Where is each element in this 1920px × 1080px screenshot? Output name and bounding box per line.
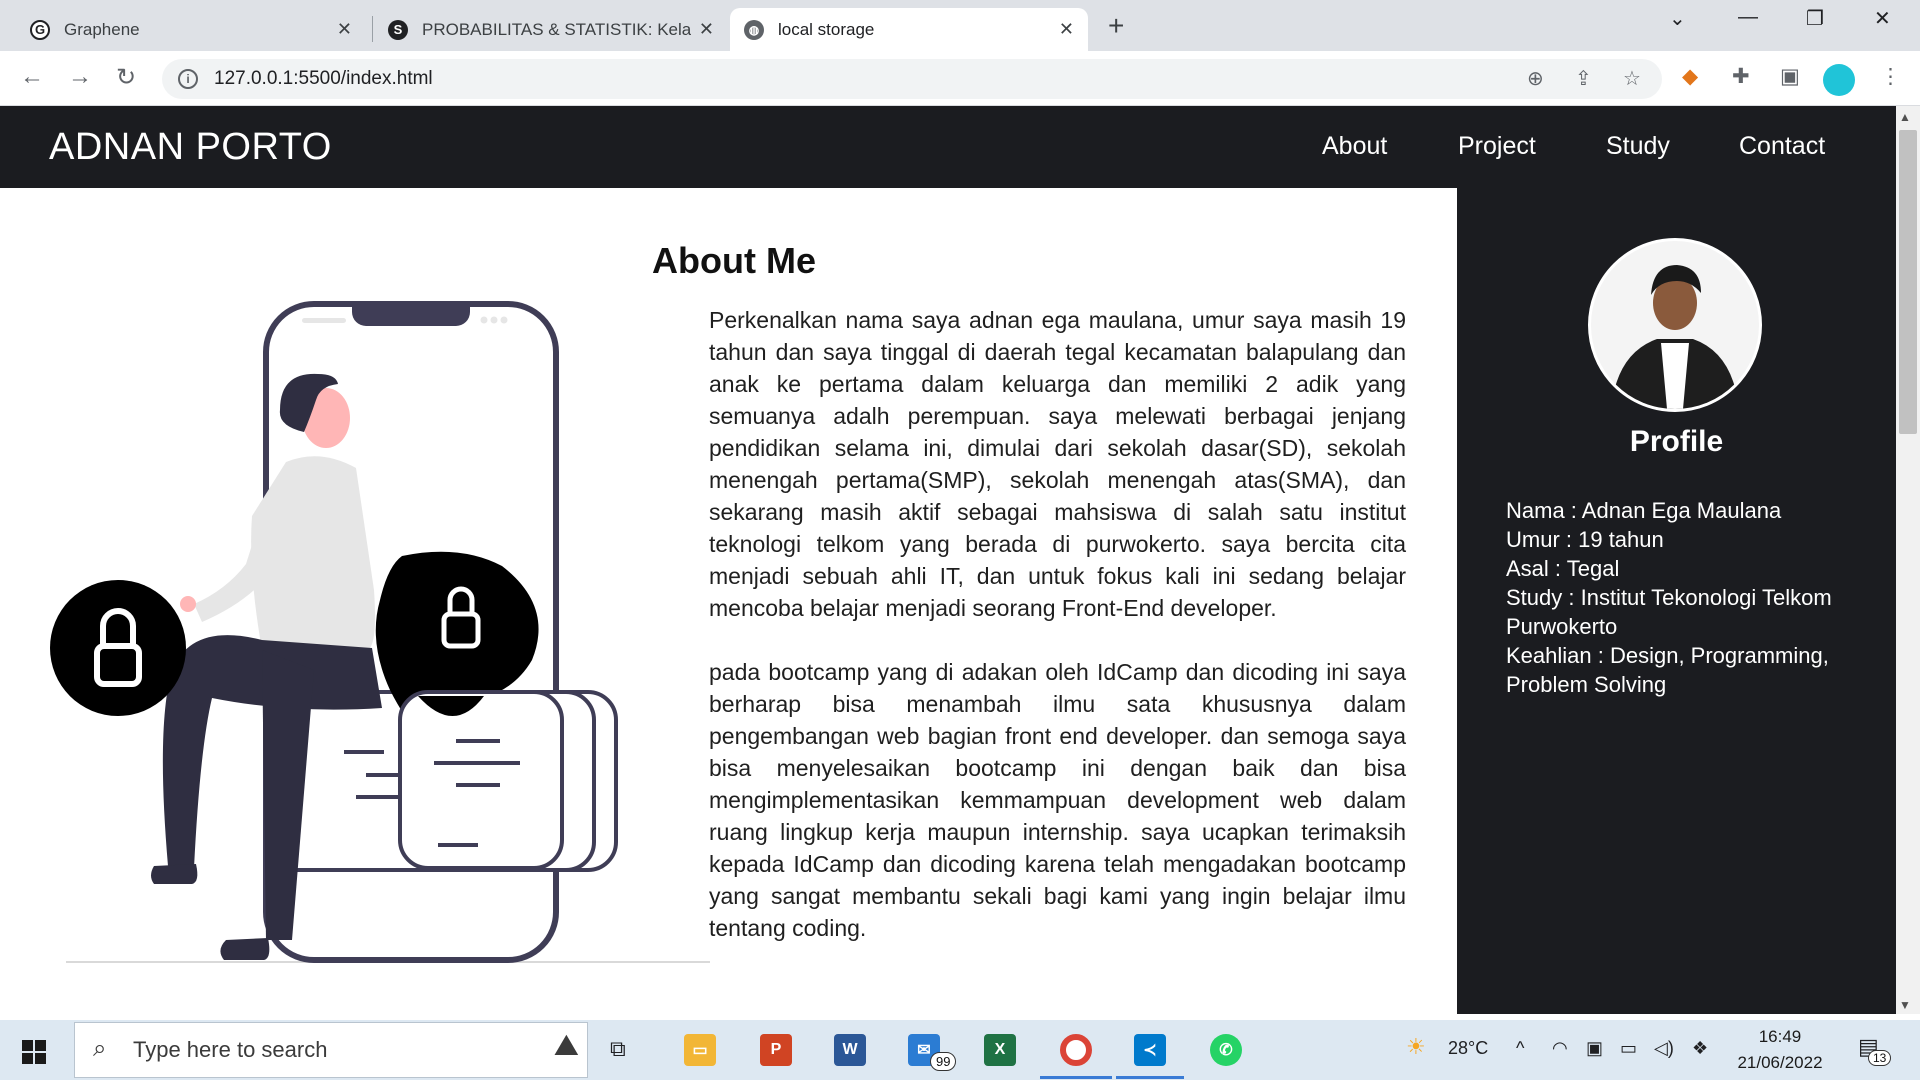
mail-badge: 99 <box>930 1052 957 1071</box>
word-icon[interactable]: W <box>834 1034 866 1066</box>
profile-photo <box>1588 238 1762 412</box>
nav-about[interactable]: About <box>1322 132 1387 161</box>
tab-search-chevron-icon[interactable]: ⌄ <box>1669 6 1686 31</box>
reload-icon[interactable]: ↻ <box>116 63 136 92</box>
whatsapp-icon[interactable]: ✆ <box>1210 1034 1242 1066</box>
profile-avatar[interactable] <box>1823 64 1855 96</box>
volume-icon[interactable]: ◁) <box>1654 1038 1674 1059</box>
browser-tab-strip: G Graphene ✕ S PROBABILITAS & STATISTIK:… <box>0 0 1920 51</box>
profile-info-list: Nama : Adnan Ega Maulana Umur : 19 tahun… <box>1506 496 1846 699</box>
windows-taskbar: ⌕ Type here to search ⛰ ⧉ ▭ P W ✉ 99 X ≺… <box>0 1020 1920 1080</box>
side-panel-icon[interactable]: ▣ <box>1780 64 1800 89</box>
close-icon[interactable]: ✕ <box>699 19 714 40</box>
url-text[interactable]: 127.0.0.1:5500/index.html <box>214 68 433 90</box>
network-icon[interactable]: ◠ <box>1552 1038 1568 1059</box>
clock-date: 21/06/2022 <box>1737 1053 1823 1072</box>
chrome-icon[interactable] <box>1060 1034 1092 1066</box>
tab-divider <box>372 16 373 42</box>
nav-contact[interactable]: Contact <box>1739 132 1825 161</box>
address-bar[interactable]: i 127.0.0.1:5500/index.html <box>162 59 1662 99</box>
about-paragraph-2: pada bootcamp yang di adakan oleh IdCamp… <box>709 659 1406 941</box>
menu-kebab-icon[interactable]: ⋮ <box>1880 64 1901 89</box>
profile-age: Umur : 19 tahun <box>1506 527 1664 552</box>
task-view-icon[interactable]: ⧉ <box>610 1036 626 1062</box>
profile-sidebar: Profile Nama : Adnan Ega Maulana Umur : … <box>1457 188 1896 1014</box>
window-close-icon[interactable]: ✕ <box>1874 6 1891 31</box>
back-arrow-icon[interactable]: ← <box>20 63 44 91</box>
graphene-favicon-icon: G <box>30 19 50 40</box>
taskbar-search-box[interactable]: ⌕ Type here to search ⛰ <box>74 1022 588 1078</box>
profile-title: Profile <box>1629 425 1724 458</box>
scrollbar-thumb[interactable] <box>1899 130 1917 434</box>
chrome-active-indicator <box>1040 1076 1112 1079</box>
restore-icon[interactable]: ❐ <box>1806 6 1824 31</box>
tab-title: PROBABILITAS & STATISTIK: Kela <box>422 19 691 39</box>
person-silhouette-icon <box>1591 241 1759 409</box>
about-paragraph-1: Perkenalkan nama saya adnan ega maulana,… <box>709 307 1406 621</box>
nav-project[interactable]: Project <box>1458 132 1536 161</box>
tray-chevron-up-icon[interactable]: ^ <box>1516 1038 1524 1059</box>
search-placeholder: Type here to search <box>133 1037 328 1062</box>
bookmark-star-icon[interactable]: ☆ <box>1623 66 1641 91</box>
profile-skills: Keahlian : Design, Programming, Problem … <box>1506 643 1829 697</box>
share-icon[interactable]: ⇪ <box>1575 66 1592 91</box>
globe-icon: ◍ <box>744 19 764 40</box>
dropbox-icon[interactable]: ❖ <box>1692 1038 1708 1059</box>
about-title: About Me <box>652 240 816 281</box>
scroll-up-arrow-icon[interactable]: ▲ <box>1899 110 1911 124</box>
excel-icon[interactable]: X <box>984 1034 1016 1066</box>
scroll-down-arrow-icon[interactable]: ▼ <box>1899 998 1911 1012</box>
tab-title: Graphene <box>64 19 140 39</box>
taskbar-clock[interactable]: 16:49 21/06/2022 <box>1735 1024 1825 1076</box>
forward-arrow-icon[interactable]: → <box>68 63 92 91</box>
battery-icon[interactable]: ▭ <box>1620 1038 1637 1059</box>
site-navbar: ADNAN PORTO About Project Study Contact <box>0 106 1896 188</box>
vscode-icon[interactable]: ≺ <box>1134 1034 1166 1066</box>
notification-count: 13 <box>1868 1050 1892 1066</box>
file-explorer-icon[interactable]: ▭ <box>684 1034 716 1066</box>
weather-sun-icon[interactable]: ☀ <box>1406 1034 1426 1060</box>
windows-start-icon[interactable] <box>22 1040 46 1064</box>
site-info-icon[interactable]: i <box>178 69 198 89</box>
tab-title: local storage <box>778 19 875 39</box>
profile-name: Nama : Adnan Ega Maulana <box>1506 498 1782 523</box>
tab-probabilitas[interactable]: S PROBABILITAS & STATISTIK: Kela ✕ <box>374 8 728 51</box>
extensions-puzzle-icon[interactable]: ✚ <box>1732 64 1750 89</box>
search-highlight-landscape-icon: ⛰ <box>553 1029 579 1062</box>
tab-graphene[interactable]: G Graphene ✕ <box>16 8 366 51</box>
clock-time: 16:49 <box>1758 1027 1802 1046</box>
s-favicon-icon: S <box>388 19 408 40</box>
powerpoint-icon[interactable]: P <box>760 1034 792 1066</box>
close-icon[interactable]: ✕ <box>337 19 352 40</box>
tray-app-icon[interactable]: ▣ <box>1586 1038 1603 1059</box>
tab-local-storage[interactable]: ◍ local storage ✕ <box>730 8 1088 51</box>
page-viewport: ADNAN PORTO About Project Study Contact <box>0 106 1896 1014</box>
security-illustration <box>50 301 710 963</box>
new-tab-plus-icon[interactable]: + <box>1108 10 1124 42</box>
search-icon: ⌕ <box>93 1035 107 1062</box>
minimize-icon[interactable]: — <box>1738 6 1758 29</box>
vscode-active-indicator <box>1116 1076 1184 1079</box>
metamask-extension-icon[interactable]: ◆ <box>1682 64 1698 89</box>
zoom-icon[interactable]: ⊕ <box>1527 66 1544 91</box>
weather-temp[interactable]: 28°C <box>1448 1038 1488 1059</box>
profile-study: Study : Institut Tekonologi Telkom Purwo… <box>1506 585 1832 639</box>
profile-origin: Asal : Tegal <box>1506 556 1620 581</box>
nav-study[interactable]: Study <box>1606 132 1670 161</box>
close-icon[interactable]: ✕ <box>1059 19 1074 40</box>
site-brand[interactable]: ADNAN PORTO <box>49 126 332 169</box>
